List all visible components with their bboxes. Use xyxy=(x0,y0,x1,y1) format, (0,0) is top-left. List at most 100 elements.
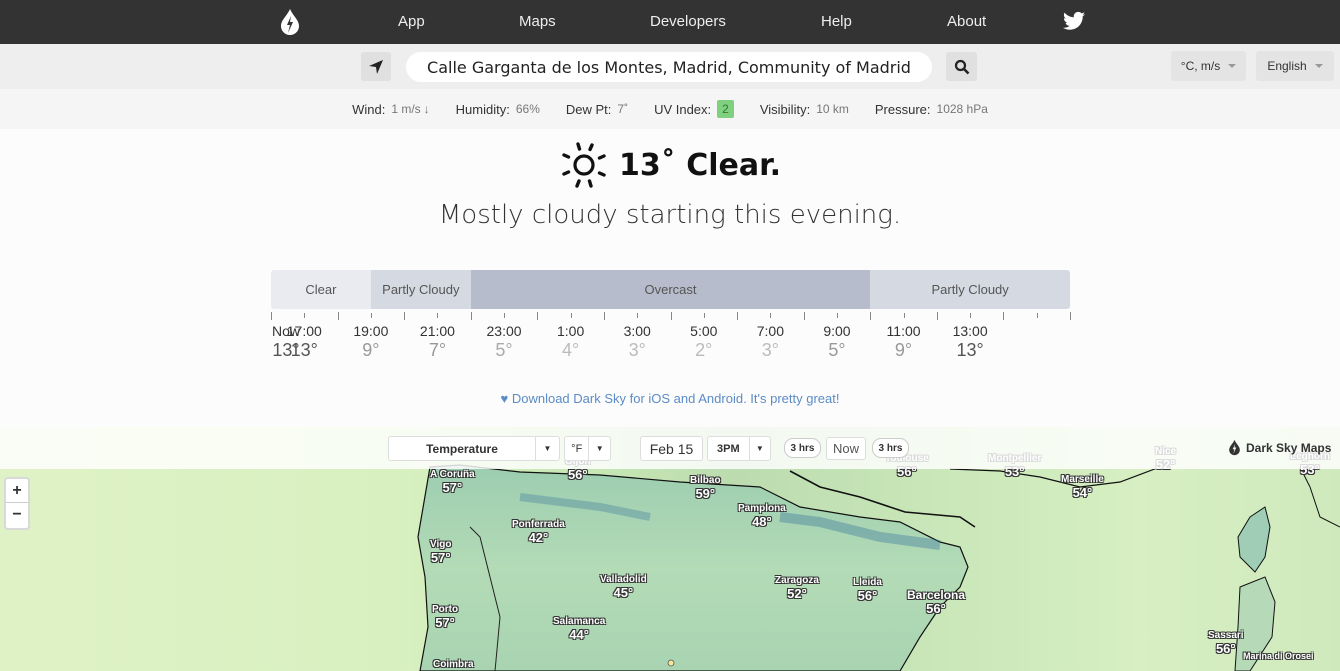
hourly-forecast-item[interactable]: 1:00 4° xyxy=(541,323,601,361)
now-button[interactable]: Now xyxy=(826,437,866,460)
wind: Wind: 1 m/s ↓ xyxy=(352,102,430,117)
city-label: Porto 57° xyxy=(432,604,459,630)
step-forward-button[interactable]: 3 hrs xyxy=(872,438,909,458)
hour-time: 3:00 xyxy=(623,323,651,339)
hour-temp: 13° xyxy=(956,340,984,360)
city-label: Ponferrada 42° xyxy=(512,519,565,545)
clear-day-sun-icon xyxy=(562,142,606,188)
timeline-segment[interactable]: Partly Cloudy xyxy=(870,270,1070,309)
headline-text: 13˚ Clear. xyxy=(619,147,781,183)
current-conditions: Wind: 1 m/s ↓ Humidity: 66% Dew Pt: 7˚ U… xyxy=(0,89,1340,129)
humidity-value: 66% xyxy=(515,102,540,116)
units-dropdown[interactable]: °C, m/s xyxy=(1171,51,1246,81)
nav-maps[interactable]: Maps xyxy=(519,13,556,30)
language-value: English xyxy=(1267,59,1307,73)
top-nav: App Maps Developers Help About xyxy=(0,0,1340,44)
city-label: Zaragoza 52° xyxy=(775,575,819,601)
search-icon xyxy=(954,59,969,74)
map-unit-select[interactable]: °F ▼ xyxy=(564,436,611,461)
timeline-tick xyxy=(370,313,372,318)
nav-about[interactable]: About xyxy=(947,13,986,30)
timeline-tick xyxy=(537,312,539,320)
pressure-label: Pressure: xyxy=(874,101,931,117)
timeline-tick xyxy=(404,312,406,320)
hour-time: 21:00 xyxy=(419,323,455,339)
wind-label: Wind: xyxy=(352,101,386,117)
hour-temp: 9° xyxy=(362,340,380,360)
brand-text: Dark Sky Maps xyxy=(1246,440,1332,455)
hourly-forecast-item[interactable]: 21:00 7° xyxy=(407,323,467,361)
hour-time: 19:00 xyxy=(353,323,389,339)
hour-time: 11:00 xyxy=(886,323,921,339)
weather-map[interactable]: A Coruña57° Gijon56° Bilbao59° Toulouse5… xyxy=(0,427,1340,671)
twitter-icon[interactable] xyxy=(1063,11,1085,31)
step-back-button[interactable]: 3 hrs xyxy=(784,438,821,458)
hour-temp: 7° xyxy=(428,340,447,360)
nav-help[interactable]: Help xyxy=(821,13,852,30)
dark-sky-logo-icon xyxy=(1229,439,1240,456)
timeline-segment[interactable]: Clear xyxy=(271,270,371,309)
map-toolbar: Temperature ▼ °F ▼ Feb 15 3PM ▼ 3 hrs No… xyxy=(0,427,1340,469)
zoom-out-button[interactable]: − xyxy=(6,503,28,527)
dark-sky-logo-icon[interactable] xyxy=(279,8,301,36)
hourly-forecast-item[interactable]: 3:00 3° xyxy=(607,323,667,361)
hour-temp: 5° xyxy=(828,340,846,360)
city-label: Marina di Orosei xyxy=(1243,651,1314,661)
hourly-forecast-item[interactable]: 5:00 2° xyxy=(674,323,734,361)
hour-temp: 9° xyxy=(894,340,913,360)
hourly-forecast-item[interactable]: 7:00 3° xyxy=(740,323,800,361)
wind-direction-icon: ↓ xyxy=(423,102,430,116)
hourly-forecast-item[interactable]: 11:00 9° xyxy=(874,323,934,361)
uv-index: UV Index: 2 xyxy=(654,100,734,118)
zoom-in-button[interactable]: + xyxy=(6,479,28,503)
map-date[interactable]: Feb 15 xyxy=(640,436,703,461)
search-button[interactable] xyxy=(946,52,977,81)
timeline-tick xyxy=(637,313,639,318)
location-search-input[interactable] xyxy=(406,52,932,82)
download-app-link[interactable]: ♥ Download Dark Sky for iOS and Android.… xyxy=(0,391,1340,406)
timeline-tick xyxy=(304,313,306,318)
hourly-forecast-item[interactable]: 17:00 13° xyxy=(274,323,334,361)
caret-down-icon xyxy=(1228,64,1237,68)
timeline-tick xyxy=(504,313,506,318)
timeline-tick xyxy=(936,312,938,320)
hour-time: 23:00 xyxy=(486,323,522,339)
caret-down-icon xyxy=(1314,64,1323,68)
map-time-value: 3PM xyxy=(717,442,740,455)
wind-value: 1 m/s xyxy=(391,102,421,116)
city-label: Pamplona 48° xyxy=(738,503,786,529)
search-bar: °C, m/s English xyxy=(0,44,1340,89)
hour-time: 5:00 xyxy=(690,323,718,339)
city-label: Coimbra xyxy=(433,659,474,670)
city-label: Vigo 57° xyxy=(430,539,452,565)
dew-point-value: 7˚ xyxy=(617,102,629,116)
map-zoom-control: + − xyxy=(4,477,30,530)
nav-app[interactable]: App xyxy=(398,13,425,30)
map-unit-value: °F xyxy=(571,442,583,455)
hour-temp: 3° xyxy=(628,340,646,360)
hour-time: 7:00 xyxy=(756,323,784,339)
current-headline: 13˚ Clear. xyxy=(559,140,781,190)
hourly-forecast-item[interactable]: 19:00 9° xyxy=(341,323,401,361)
map-layer-select[interactable]: Temperature ▼ xyxy=(388,436,560,461)
dark-sky-maps-brand[interactable]: Dark Sky Maps xyxy=(1228,439,1331,456)
hourly-timeline-bar: Clear Partly Cloudy Overcast Partly Cloudy xyxy=(271,270,1070,309)
nav-developers[interactable]: Developers xyxy=(650,13,726,30)
hourly-forecast-item[interactable]: 9:00 5° xyxy=(807,323,867,361)
timeline-segment[interactable]: Overcast xyxy=(470,270,871,309)
timeline-tick xyxy=(903,313,905,318)
hourly-forecast-item[interactable]: 13:00 13° xyxy=(940,323,1000,361)
timeline-tick xyxy=(670,312,672,320)
timeline-segment[interactable]: Partly Cloudy xyxy=(370,270,471,309)
city-label: Lleida 56° xyxy=(853,577,882,603)
timeline-tick xyxy=(870,312,872,320)
timeline-tick xyxy=(603,312,605,320)
language-dropdown[interactable]: English xyxy=(1256,51,1334,81)
map-time-select[interactable]: 3PM ▼ xyxy=(707,436,771,461)
humidity: Humidity: 66% xyxy=(456,102,540,117)
current-location-button[interactable] xyxy=(361,52,391,81)
timeline-tick xyxy=(770,313,772,318)
visibility-value: 10 km xyxy=(816,102,849,116)
hourly-forecast-item[interactable]: 23:00 5° xyxy=(474,323,534,361)
pressure-value: 1028 hPa xyxy=(936,102,988,116)
